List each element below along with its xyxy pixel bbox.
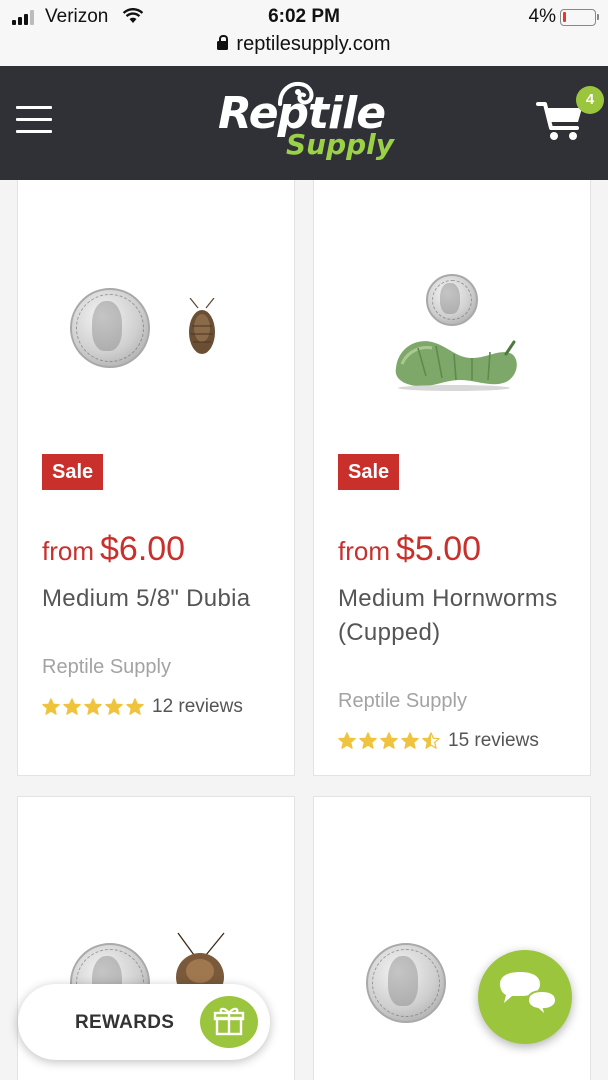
product-vendor: Reptile Supply xyxy=(42,656,171,678)
cart-count-badge[interactable]: 4 xyxy=(576,86,604,114)
hornworm-image xyxy=(395,340,517,391)
sale-badge: Sale xyxy=(42,454,104,490)
star-rating xyxy=(338,732,440,750)
url-text: reptilesupply.com xyxy=(236,33,391,55)
logo-text-supply: Supply xyxy=(286,128,395,161)
quarter-coin-image xyxy=(70,288,150,368)
star-icon xyxy=(380,732,398,749)
product-price: from $6.00 xyxy=(42,530,186,568)
product-price: from $5.00 xyxy=(338,530,482,568)
quarter-coin-image xyxy=(366,943,446,1023)
lock-icon xyxy=(217,35,229,50)
hamburger-menu-icon[interactable] xyxy=(16,106,52,134)
star-icon xyxy=(105,698,123,715)
star-icon xyxy=(401,732,419,749)
clock: 6:02 PM xyxy=(268,6,340,27)
star-icon xyxy=(126,698,144,715)
product-card-dubia[interactable]: Sale from $6.00 Medium 5/8" Dubia Reptile… xyxy=(17,180,295,776)
sale-badge: Sale xyxy=(338,454,400,490)
review-count: 12 reviews xyxy=(152,696,243,717)
reptile-supply-logo[interactable]: Reptile Supply xyxy=(212,80,397,168)
battery-icon xyxy=(560,9,599,26)
site-header: Reptile Supply xyxy=(0,66,608,180)
product-rating[interactable]: 15 reviews xyxy=(338,730,539,752)
star-icon xyxy=(84,698,102,715)
star-icon xyxy=(422,732,440,749)
star-rating xyxy=(42,698,144,716)
battery-percentage: 4% xyxy=(528,6,556,27)
star-icon xyxy=(63,698,81,715)
dubia-roach-image xyxy=(189,298,215,354)
rewards-label: REWARDS xyxy=(75,1012,175,1033)
rewards-button[interactable]: REWARDS xyxy=(18,984,270,1060)
product-rating[interactable]: 12 reviews xyxy=(42,696,243,718)
status-bar: Verizon 6:02 PM 4% reptilesupply.com xyxy=(0,0,608,66)
star-icon xyxy=(359,732,377,749)
gift-icon xyxy=(200,996,258,1048)
star-icon xyxy=(42,698,60,715)
product-vendor: Reptile Supply xyxy=(338,690,467,712)
quarter-coin-image xyxy=(426,274,478,326)
star-icon xyxy=(338,732,356,749)
product-card-hornworms[interactable]: Sale from $5.00 Medium Hornworms (Cupped)… xyxy=(313,180,591,776)
product-title[interactable]: Medium Hornworms (Cupped) xyxy=(338,582,568,650)
review-count: 15 reviews xyxy=(448,730,539,751)
chat-bubbles-icon[interactable] xyxy=(478,950,572,1044)
product-title[interactable]: Medium 5/8" Dubia xyxy=(42,582,272,616)
address-bar[interactable]: reptilesupply.com xyxy=(0,33,608,56)
